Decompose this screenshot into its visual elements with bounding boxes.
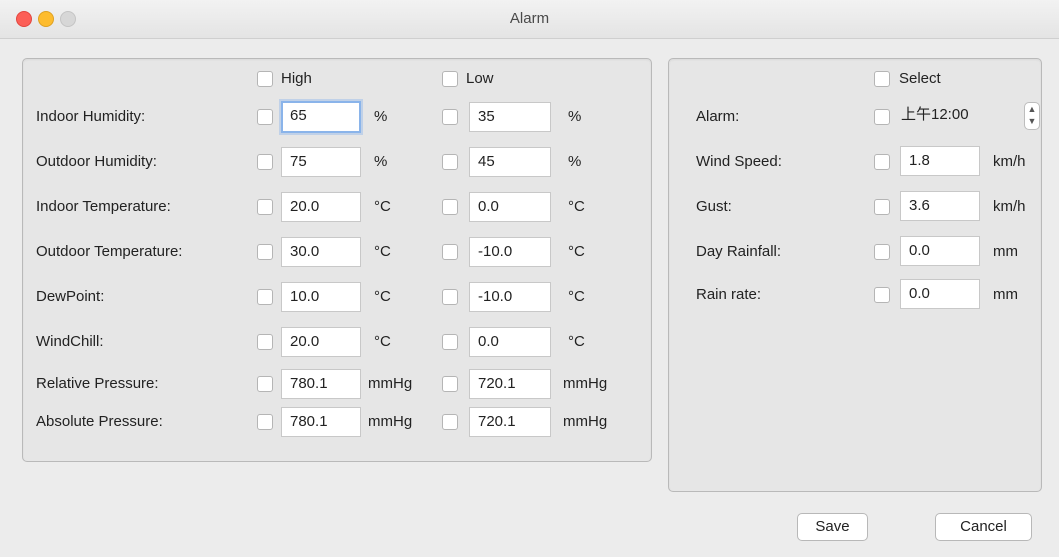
select-header-checkbox[interactable] [874,71,890,87]
row-label: Outdoor Humidity: [36,153,157,170]
value-input[interactable]: 1.8 [900,146,980,176]
value-input[interactable]: 3.6 [900,191,980,221]
low-unit: °C [568,243,585,260]
alarm-label: Alarm: [696,108,740,125]
low-checkbox[interactable] [442,414,458,430]
select-panel: Select Alarm: 上午12:00 ▲ ▼ Wind Speed: 1.… [668,58,1042,492]
low-header-checkbox[interactable] [442,71,458,87]
low-unit: mmHg [563,413,608,430]
stepper-up-icon[interactable]: ▲ [1025,103,1039,115]
high-unit: °C [374,198,391,215]
high-checkbox[interactable] [257,154,273,170]
unit: km/h [993,153,1026,170]
high-value-input[interactable]: 75 [281,147,361,177]
high-unit: °C [374,333,391,350]
high-checkbox[interactable] [257,109,273,125]
low-checkbox[interactable] [442,199,458,215]
row-label: Indoor Temperature: [36,198,171,215]
low-value-input[interactable]: 0.0 [469,327,551,357]
high-header-checkbox[interactable] [257,71,273,87]
select-checkbox[interactable] [874,244,890,260]
high-unit: °C [374,288,391,305]
high-value-input[interactable]: 10.0 [281,282,361,312]
low-checkbox[interactable] [442,154,458,170]
low-unit: % [568,153,582,170]
low-value-input[interactable]: -10.0 [469,282,551,312]
low-unit: °C [568,288,585,305]
high-unit: °C [374,243,391,260]
low-value-input[interactable]: 720.1 [469,369,551,399]
high-value-input[interactable]: 20.0 [281,192,361,222]
high-value-input[interactable]: 65 [281,101,361,133]
value-input[interactable]: 0.0 [900,236,980,266]
select-header-label: Select [899,70,941,87]
save-button[interactable]: Save [797,513,868,541]
high-checkbox[interactable] [257,199,273,215]
low-value-input[interactable]: 35 [469,102,551,132]
time-stepper[interactable]: ▲ ▼ [1024,102,1040,130]
row-label: Day Rainfall: [696,243,782,260]
row-label: WindChill: [36,333,104,350]
title-bar: Alarm [0,0,1059,39]
stepper-down-icon[interactable]: ▼ [1025,115,1039,127]
row-label: Rain rate: [696,286,762,303]
high-checkbox[interactable] [257,289,273,305]
unit: mm [993,286,1018,303]
select-checkbox[interactable] [874,199,890,215]
high-value-input[interactable]: 20.0 [281,327,361,357]
row-label: Gust: [696,198,732,215]
alarm-time-input[interactable]: 上午12:00 [897,101,1017,131]
alarm-checkbox[interactable] [874,109,890,125]
high-value-input[interactable]: 30.0 [281,237,361,267]
high-low-panel: High Low Indoor Humidity: 65 % 35 % Outd… [22,58,652,462]
low-value-input[interactable]: -10.0 [469,237,551,267]
high-unit: % [374,108,388,125]
high-value-input[interactable]: 780.1 [281,407,361,437]
low-unit: °C [568,198,585,215]
row-label: DewPoint: [36,288,105,305]
high-checkbox[interactable] [257,334,273,350]
unit: km/h [993,198,1026,215]
select-checkbox[interactable] [874,287,890,303]
low-value-input[interactable]: 0.0 [469,192,551,222]
unit: mm [993,243,1018,260]
low-checkbox[interactable] [442,244,458,260]
low-header-label: Low [466,70,494,87]
row-label: Absolute Pressure: [36,413,163,430]
high-value-input[interactable]: 780.1 [281,369,361,399]
low-checkbox[interactable] [442,289,458,305]
high-unit: mmHg [368,413,413,430]
low-checkbox[interactable] [442,334,458,350]
value-input[interactable]: 0.0 [900,279,980,309]
high-unit: mmHg [368,375,413,392]
cancel-button[interactable]: Cancel [935,513,1032,541]
high-checkbox[interactable] [257,244,273,260]
low-value-input[interactable]: 720.1 [469,407,551,437]
low-value-input[interactable]: 45 [469,147,551,177]
low-unit: % [568,108,582,125]
high-checkbox[interactable] [257,414,273,430]
low-unit: mmHg [563,375,608,392]
high-checkbox[interactable] [257,376,273,392]
window-title: Alarm [509,10,550,27]
row-label: Relative Pressure: [36,375,159,392]
row-label: Outdoor Temperature: [36,243,183,260]
row-label: Indoor Humidity: [36,108,146,125]
row-label: Wind Speed: [696,153,782,170]
select-checkbox[interactable] [874,154,890,170]
low-checkbox[interactable] [442,109,458,125]
low-unit: °C [568,333,585,350]
low-checkbox[interactable] [442,376,458,392]
high-header-label: High [281,70,312,87]
high-unit: % [374,153,388,170]
